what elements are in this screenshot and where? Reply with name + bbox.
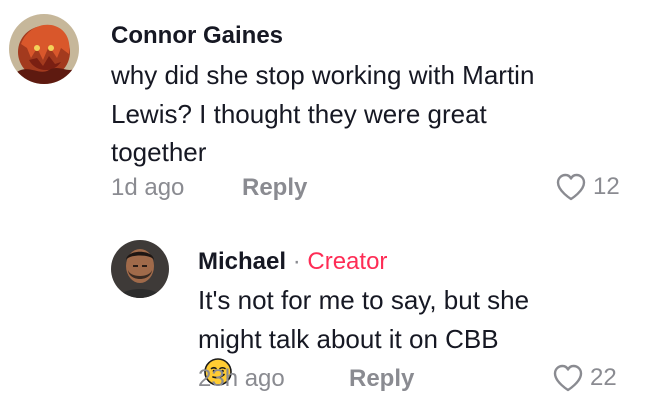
comment-text-line: together [111, 137, 207, 167]
comment-text-line: Lewis? I thought they were great [111, 98, 487, 129]
comment-text: why did she stop working with Martin Lew… [111, 56, 534, 172]
man-portrait-avatar-icon [111, 240, 169, 298]
comment-author[interactable]: Connor Gaines [111, 24, 283, 48]
separator-dot: · [292, 248, 301, 275]
avatar[interactable] [111, 240, 169, 298]
comment-timestamp: 1d ago [111, 174, 185, 201]
anime-character-avatar-icon [9, 14, 79, 84]
reply-author[interactable]: Michael · Creator [198, 250, 387, 274]
like-button[interactable]: 12 [555, 172, 620, 202]
avatar[interactable] [9, 14, 79, 84]
reply-button[interactable]: Reply [242, 176, 307, 200]
reply-text-line: It's not for me to say, but she [198, 285, 530, 315]
like-count: 12 [593, 173, 620, 200]
like-button[interactable]: 22 [552, 363, 617, 393]
reply-text-line-content: might talk about it on CBB [198, 323, 499, 354]
heart-icon [553, 364, 583, 392]
reply-button[interactable]: Reply [349, 367, 414, 391]
heart-icon [556, 173, 586, 201]
comment-text-line: why did she stop working with Martin [111, 60, 535, 90]
like-count: 22 [590, 364, 617, 391]
creator-badge: Creator [307, 248, 388, 275]
reply-author-name: Michael [198, 248, 287, 275]
reply-timestamp: 23h ago [198, 365, 285, 392]
